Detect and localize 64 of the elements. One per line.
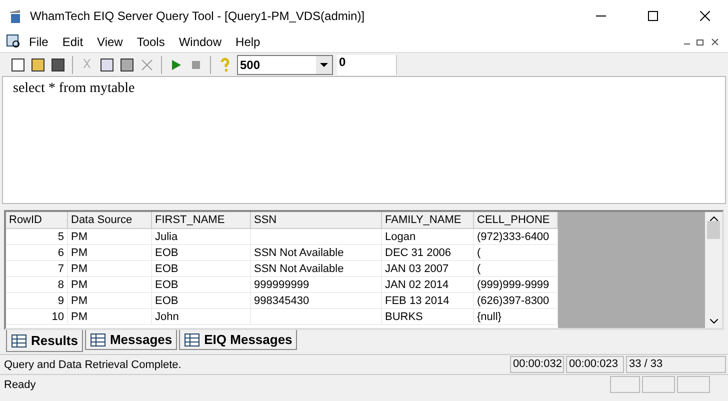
grid-icon [11, 334, 27, 348]
scroll-thumb[interactable] [707, 221, 720, 239]
row-limit-dropdown[interactable]: 500 [237, 54, 333, 74]
table-cell: FEB 13 2014 [382, 293, 474, 309]
table-cell: PM [68, 277, 152, 293]
table-cell: JAN 03 2007 [382, 261, 474, 277]
table-cell: 999999999 [251, 277, 382, 293]
query-editor[interactable]: select * from mytable [2, 76, 726, 204]
table-cell: John [152, 309, 251, 325]
table-cell: PM [68, 293, 152, 309]
table-cell: EOB [152, 277, 251, 293]
menu-item[interactable]: Tools [130, 35, 172, 49]
status-pane [642, 376, 675, 393]
row-count: 0 [337, 54, 397, 74]
menu-item[interactable]: Window [172, 35, 229, 49]
column-header[interactable]: SSN [251, 212, 382, 229]
table-cell: JAN 02 2014 [382, 277, 474, 293]
table-cell: 7 [6, 261, 68, 277]
tab[interactable]: EIQ Messages [179, 330, 298, 350]
close-icon[interactable] [700, 11, 710, 21]
document-search-icon[interactable] [6, 34, 22, 50]
table-cell: PM [68, 245, 152, 261]
table-cell: 8 [6, 277, 68, 293]
column-header[interactable]: Data Source [68, 212, 152, 229]
status-pane [610, 376, 640, 393]
table-cell: PM [68, 309, 152, 325]
column-header[interactable]: RowID [6, 212, 68, 229]
row-count-status: 33 / 33 [626, 356, 726, 373]
table-cell: 6 [6, 245, 68, 261]
scroll-up-icon[interactable] [710, 216, 718, 221]
table-cell: SSN Not Available [251, 245, 382, 261]
table-cell: PM [68, 261, 152, 277]
window-title: WhamTech EIQ Server Query Tool - [Query1-PM_VDS(admin)] [30, 9, 366, 23]
table-cell: EOB [152, 261, 251, 277]
table-cell: DEC 31 2006 [382, 245, 474, 261]
status-text: Ready [3, 378, 37, 390]
scroll-down-icon[interactable] [710, 319, 718, 324]
table-cell: Logan [382, 229, 474, 245]
maximize-icon[interactable] [648, 11, 658, 21]
table-cell: SSN Not Available [251, 261, 382, 277]
table-cell: Julia [152, 229, 251, 245]
column-header[interactable]: FIRST_NAME [152, 212, 251, 229]
menu-item[interactable]: Help [228, 35, 268, 49]
table-cell: PM [68, 229, 152, 245]
elapsed-time: 00:00:023 [566, 356, 624, 373]
menu-item[interactable]: View [90, 35, 130, 49]
elapsed-time: 00:00:032 [510, 356, 564, 373]
status-message: Query and Data Retrieval Complete. [3, 358, 182, 370]
table-cell: 5 [6, 229, 68, 245]
table-cell: 10 [6, 309, 68, 325]
status-pane [677, 376, 710, 393]
table-cell: 998345430 [251, 293, 382, 309]
menu-item[interactable]: File [22, 35, 56, 49]
tab[interactable]: Results [6, 330, 83, 352]
menu-item[interactable]: Edit [55, 35, 90, 49]
tab[interactable]: Messages [84, 330, 178, 350]
table-cell: EOB [152, 245, 251, 261]
column-header[interactable]: FAMILY_NAME [382, 212, 474, 229]
table-cell: 9 [6, 293, 68, 309]
caret-icon[interactable] [320, 62, 328, 66]
vertical-scrollbar[interactable] [705, 212, 722, 328]
column-header[interactable]: CELL_PHONE [474, 212, 558, 229]
table-cell: BURKS [382, 309, 474, 325]
table-cell: EOB [152, 293, 251, 309]
